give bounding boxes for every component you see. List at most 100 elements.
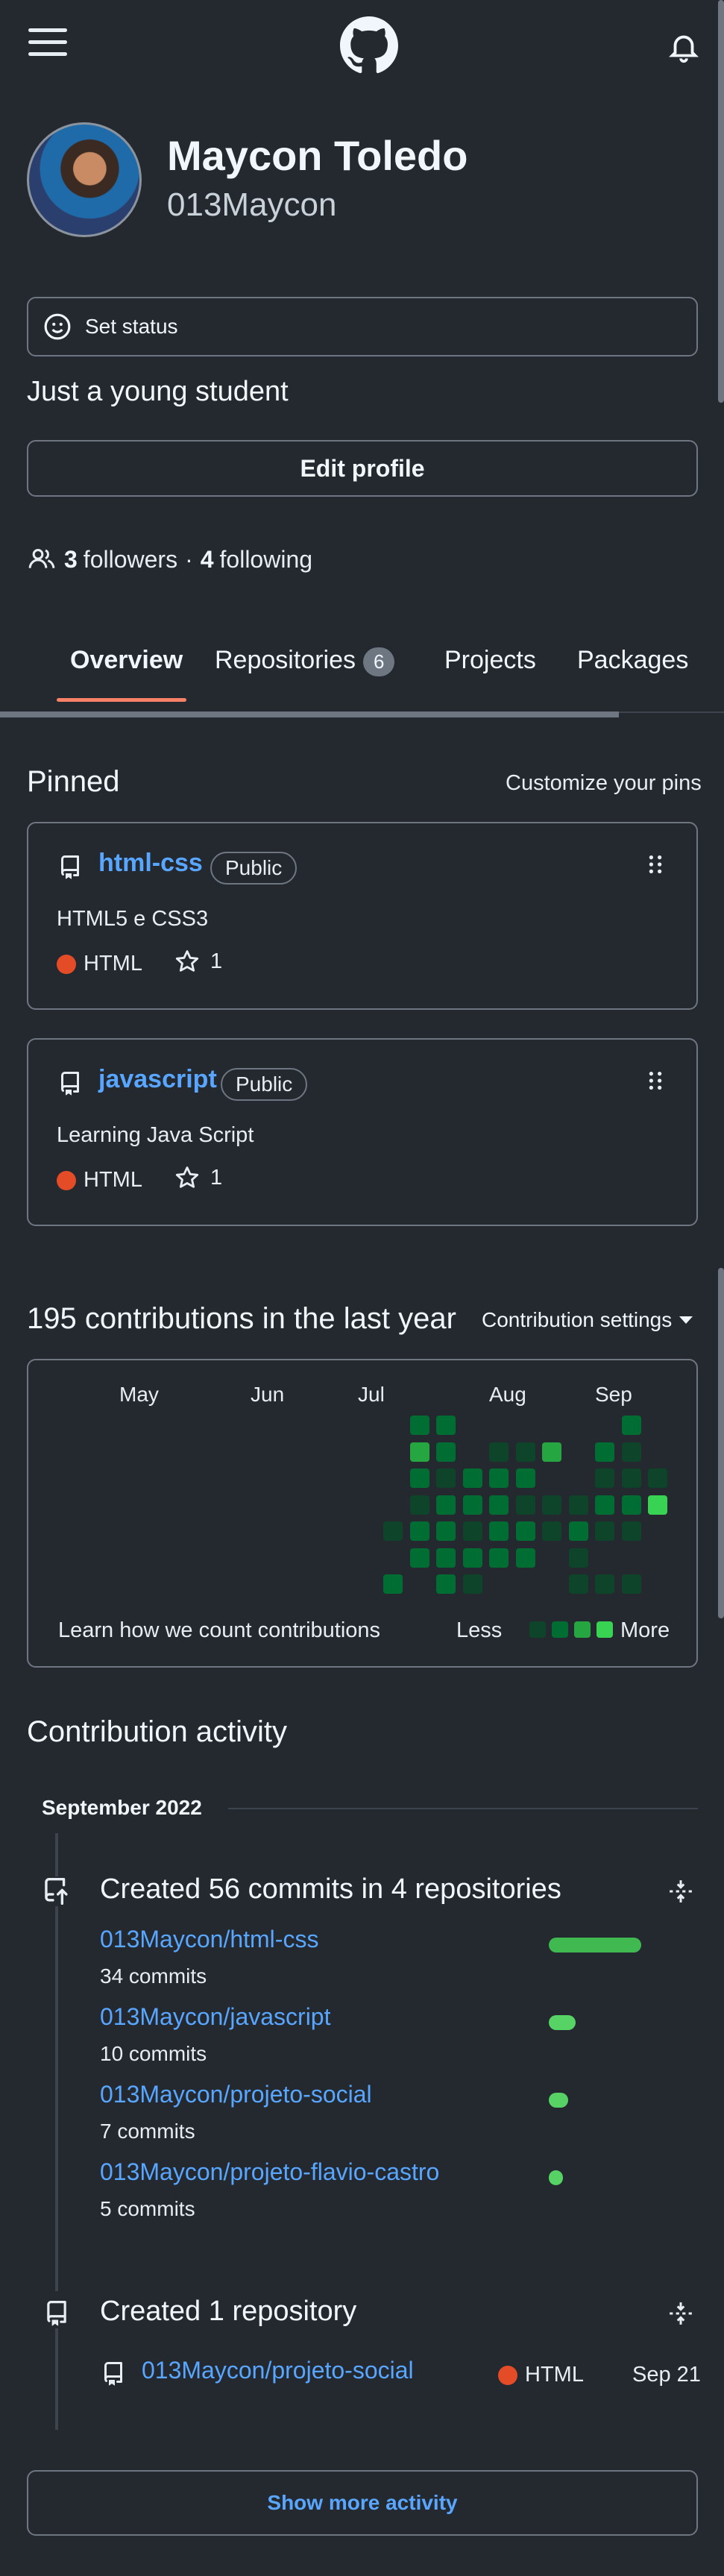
repo-stars-link[interactable]: 1: [174, 949, 222, 974]
commit-count-link[interactable]: 7 commits: [100, 2120, 195, 2143]
contribution-cell[interactable]: [568, 1521, 588, 1541]
top-bar: [0, 0, 724, 89]
bell-icon[interactable]: [667, 30, 701, 64]
tab-packages[interactable]: Packages: [577, 646, 688, 675]
legend-swatch: [529, 1621, 546, 1638]
star-icon: [175, 1166, 199, 1188]
contribution-cell[interactable]: [542, 1442, 561, 1462]
repo-description: Learning Java Script: [57, 1123, 254, 1147]
contribution-cell[interactable]: [595, 1495, 614, 1515]
contribution-cell[interactable]: [489, 1495, 509, 1515]
commit-repo-link[interactable]: 013Maycon/projeto-flavio-castro: [100, 2158, 439, 2186]
contribution-cell[interactable]: [621, 1442, 641, 1462]
contribution-cell[interactable]: [409, 1442, 429, 1462]
contribution-cell[interactable]: [515, 1521, 535, 1541]
contribution-cell[interactable]: [515, 1468, 535, 1488]
commit-count-link[interactable]: 34 commits: [100, 1964, 207, 1988]
contribution-cell[interactable]: [648, 1495, 667, 1515]
set-status-button[interactable]: Set status: [27, 297, 698, 356]
contribution-cell[interactable]: [489, 1521, 509, 1541]
contribution-cell[interactable]: [409, 1548, 429, 1568]
contribution-cell[interactable]: [409, 1416, 429, 1435]
created-repo-date: Sep 21: [632, 2363, 701, 2387]
contribution-cell[interactable]: [436, 1521, 456, 1541]
contribution-cell[interactable]: [436, 1416, 456, 1435]
contribution-cell[interactable]: [462, 1468, 482, 1488]
month-label: Jun: [251, 1383, 285, 1406]
contribution-cell[interactable]: [436, 1574, 456, 1594]
contribution-cell[interactable]: [621, 1416, 641, 1435]
contribution-cell[interactable]: [515, 1548, 535, 1568]
tab-projects[interactable]: Projects: [444, 646, 536, 675]
contribution-cell[interactable]: [595, 1468, 614, 1488]
contribution-cell[interactable]: [568, 1495, 588, 1515]
following-link[interactable]: 4 following: [201, 546, 312, 574]
contribution-cell[interactable]: [462, 1548, 482, 1568]
tab-overview[interactable]: Overview: [70, 646, 183, 675]
repo-icon: [60, 1072, 79, 1096]
show-more-activity-button[interactable]: Show more activity: [27, 2470, 698, 2536]
commit-share-bar: [549, 2093, 568, 2108]
commit-count-link[interactable]: 5 commits: [100, 2197, 195, 2221]
legend-more-label: More: [620, 1618, 670, 1642]
contribution-cell[interactable]: [462, 1495, 482, 1515]
contribution-cell[interactable]: [436, 1468, 456, 1488]
contribution-cell[interactable]: [621, 1521, 641, 1541]
tab-repositories[interactable]: Repositories 6: [215, 646, 395, 676]
avatar[interactable]: [27, 122, 142, 237]
page-scrollbar[interactable]: [718, 0, 724, 403]
contribution-cell[interactable]: [595, 1521, 614, 1541]
github-logo-icon[interactable]: [340, 16, 398, 75]
set-status-label: Set status: [85, 315, 178, 338]
contribution-cell[interactable]: [595, 1442, 614, 1462]
pinned-repo-link[interactable]: html-css: [98, 849, 203, 878]
contribution-cell[interactable]: [542, 1521, 561, 1541]
contribution-cell[interactable]: [568, 1548, 588, 1568]
hamburger-icon[interactable]: [28, 28, 67, 61]
commit-repo-link[interactable]: 013Maycon/projeto-social: [100, 2081, 372, 2108]
contribution-cell[interactable]: [383, 1574, 403, 1594]
contribution-cell[interactable]: [489, 1442, 509, 1462]
tabs-scrollbar[interactable]: [0, 711, 619, 717]
contribution-cell[interactable]: [462, 1521, 482, 1541]
contribution-cell[interactable]: [409, 1468, 429, 1488]
contribution-cell[interactable]: [409, 1521, 429, 1541]
pinned-repo-link[interactable]: javascript: [98, 1065, 217, 1094]
followers-link[interactable]: 3 followers: [64, 546, 177, 574]
pinned-repo-card: html-css Public HTML5 e CSS3 HTML 1: [27, 822, 698, 1010]
contribution-cell[interactable]: [621, 1574, 641, 1594]
commit-count-link[interactable]: 10 commits: [100, 2042, 207, 2066]
commit-repo-link[interactable]: 013Maycon/javascript: [100, 2003, 330, 2031]
contribution-settings-dropdown[interactable]: Contribution settings: [482, 1308, 693, 1332]
contribution-cell[interactable]: [489, 1548, 509, 1568]
section-scrollbar[interactable]: [718, 1268, 724, 1618]
contribution-cell[interactable]: [621, 1495, 641, 1515]
learn-contributions-link[interactable]: Learn how we count contributions: [58, 1618, 380, 1643]
contribution-cell[interactable]: [568, 1574, 588, 1594]
contribution-cell[interactable]: [436, 1442, 456, 1462]
contribution-cell[interactable]: [515, 1495, 535, 1515]
customize-pins-link[interactable]: Customize your pins: [506, 771, 702, 796]
edit-profile-button[interactable]: Edit profile: [27, 440, 698, 497]
contribution-cell[interactable]: [515, 1442, 535, 1462]
drag-grip-icon[interactable]: [647, 1069, 664, 1092]
repo-stars-link[interactable]: 1: [174, 1165, 222, 1190]
star-icon: [175, 950, 199, 972]
contribution-cell[interactable]: [648, 1468, 667, 1488]
contribution-cell[interactable]: [409, 1495, 429, 1515]
created-repo-link[interactable]: 013Maycon/projeto-social: [142, 2357, 414, 2384]
collapse-icon[interactable]: [668, 1878, 693, 1905]
contribution-cell[interactable]: [462, 1574, 482, 1594]
collapse-icon[interactable]: [668, 2300, 693, 2327]
contribution-cell[interactable]: [542, 1495, 561, 1515]
contribution-cell[interactable]: [489, 1468, 509, 1488]
contribution-cell[interactable]: [436, 1495, 456, 1515]
contribution-cell[interactable]: [621, 1468, 641, 1488]
drag-grip-icon[interactable]: [647, 853, 664, 876]
follow-separator: ·: [185, 545, 193, 573]
contribution-cell[interactable]: [595, 1574, 614, 1594]
commit-repo-link[interactable]: 013Maycon/html-css: [100, 1926, 318, 1953]
commit-share-bar: [549, 2015, 576, 2030]
contribution-cell[interactable]: [436, 1548, 456, 1568]
contribution-cell[interactable]: [383, 1521, 403, 1541]
